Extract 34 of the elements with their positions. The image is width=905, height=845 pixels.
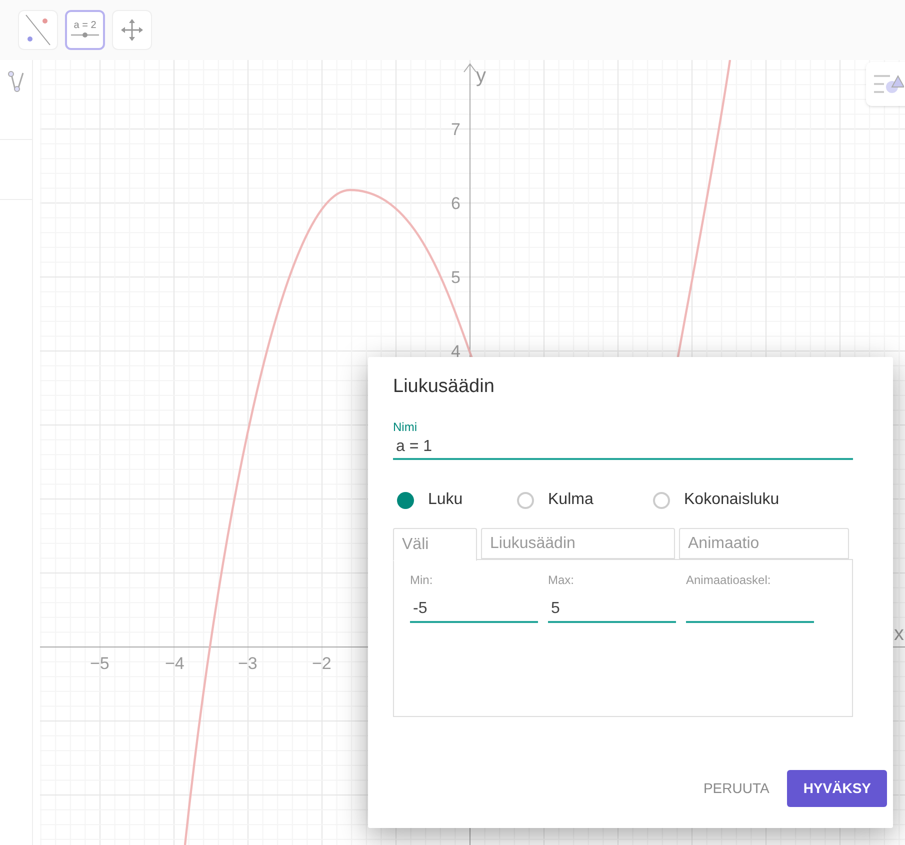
number-field[interactable]: 5 — [548, 597, 676, 623]
parabola-icon[interactable] — [8, 70, 26, 94]
name-field[interactable]: a = 1 — [393, 436, 853, 460]
y-tick-label: 5 — [451, 269, 460, 286]
x-tick-label: −2 — [312, 655, 332, 672]
field-label: Min: — [410, 573, 434, 587]
x-tick-label: −3 — [238, 655, 258, 672]
tool-button[interactable] — [112, 10, 152, 50]
shapes-icon — [874, 73, 904, 95]
tool-button[interactable] — [18, 10, 58, 50]
radio-button[interactable] — [653, 492, 670, 508]
move-arrows-icon — [120, 18, 144, 42]
number-field[interactable]: -5 — [410, 597, 538, 623]
tool-button[interactable]: a = 2 — [65, 10, 105, 50]
field-label: Nimi — [393, 420, 418, 434]
slider-icon — [71, 31, 99, 39]
field-label: Max: — [548, 573, 576, 587]
radio-button[interactable] — [397, 492, 414, 508]
x-tick-label: −4 — [165, 655, 184, 672]
accept-button[interactable]: HYVÄKSY — [787, 770, 887, 807]
radio-label[interactable]: Kokonaisluku — [684, 488, 780, 512]
field-label: Animaatioaskel: — [686, 573, 772, 587]
y-tick-label: 7 — [451, 121, 460, 138]
y-tick-label: 6 — [451, 195, 460, 212]
radio-label[interactable]: Luku — [428, 488, 463, 512]
x-tick-label: −5 — [90, 655, 110, 672]
y-tick-label: 4 — [451, 343, 460, 360]
style-bar-button[interactable] — [866, 62, 905, 106]
y-axis-label: y — [476, 66, 486, 86]
radio-label[interactable]: Kulma — [548, 488, 594, 512]
cancel-button[interactable]: PERUUTA — [701, 770, 772, 807]
dialog-title: Liukusäädin — [393, 375, 496, 399]
x-axis-label: x — [894, 624, 904, 644]
radio-button[interactable] — [517, 492, 534, 508]
